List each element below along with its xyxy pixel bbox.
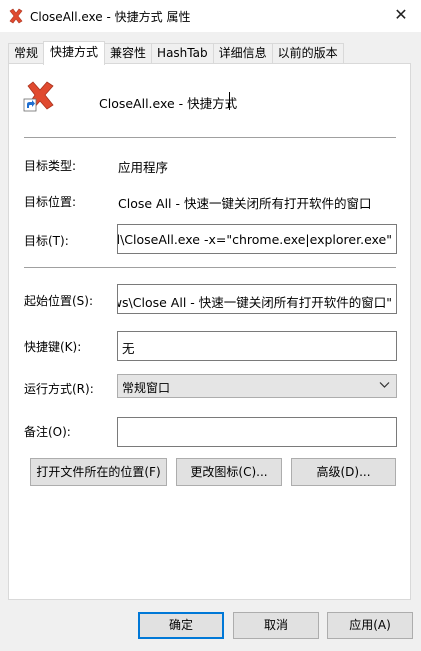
tab-previous-versions[interactable]: 以前的版本 (271, 43, 344, 64)
tab-compatibility[interactable]: 兼容性 (104, 43, 153, 64)
target-type-value: 应用程序 (118, 160, 169, 175)
open-file-location-button[interactable]: 打开文件所在的位置(F) (30, 458, 167, 486)
chevron-down-icon (379, 379, 390, 392)
target-field[interactable]: eAll\CloseAll.exe -x="chrome.exe|explore… (117, 224, 397, 254)
run-label: 运行方式(R): (24, 382, 94, 396)
tab-shortcut[interactable]: 快捷方式 (43, 41, 106, 65)
start-in-label: 起始位置(S): (24, 294, 94, 308)
hotkey-field[interactable]: 无 (117, 331, 397, 361)
shortcut-name[interactable]: CloseAll.exe - 快捷方式 (99, 93, 237, 112)
run-select[interactable]: 常规窗口 (117, 374, 397, 398)
advanced-button[interactable]: 高级(D)... (291, 458, 396, 486)
tab-strip: 常规 快捷方式 兼容性 HashTab 详细信息 以前的版本 (8, 41, 344, 65)
divider (24, 137, 396, 138)
comment-field[interactable] (117, 417, 397, 447)
divider (24, 267, 396, 268)
ok-button[interactable]: 确定 (138, 612, 224, 639)
tab-general[interactable]: 常规 (8, 43, 45, 64)
closeall-app-icon (9, 8, 23, 24)
target-field-value: eAll\CloseAll.exe -x="chrome.exe|explore… (117, 232, 392, 247)
close-icon[interactable]: ✕ (391, 5, 411, 25)
cancel-button[interactable]: 取消 (233, 612, 319, 639)
start-in-field-value: ows\Close All - 快速一键关闭所有打开软件的窗口" (117, 295, 392, 310)
shortcut-file-icon (23, 81, 54, 112)
change-icon-button[interactable]: 更改图标(C)... (176, 458, 282, 486)
apply-button[interactable]: 应用(A) (327, 612, 413, 639)
hotkey-label: 快捷键(K): (24, 340, 82, 354)
target-location-label: 目标位置: (24, 195, 77, 209)
text-cursor (229, 92, 230, 110)
window-title: CloseAll.exe - 快捷方式 属性 (30, 10, 191, 24)
tab-hashtab[interactable]: HashTab (151, 43, 214, 64)
run-select-value: 常规窗口 (122, 381, 171, 395)
target-label: 目标(T): (24, 234, 69, 248)
start-in-field[interactable]: ows\Close All - 快速一键关闭所有打开软件的窗口" (117, 284, 397, 314)
comment-label: 备注(O): (24, 425, 71, 439)
tab-details[interactable]: 详细信息 (212, 43, 273, 64)
target-type-label: 目标类型: (24, 159, 77, 173)
target-location-value: Close All - 快速一键关闭所有打开软件的窗口 (118, 196, 372, 211)
hotkey-field-value: 无 (122, 341, 135, 356)
